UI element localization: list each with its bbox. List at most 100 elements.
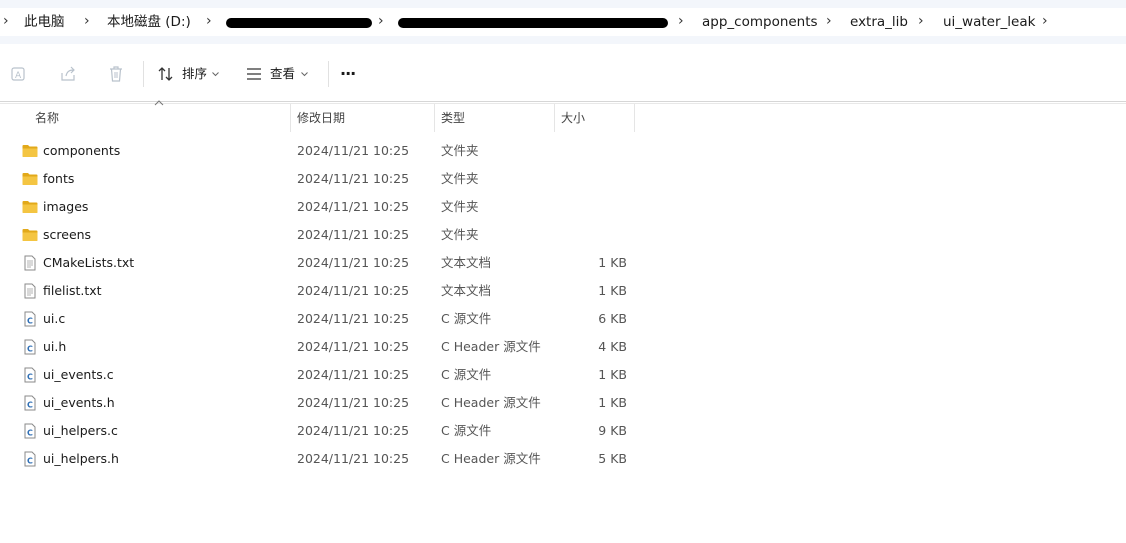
chevron-right-icon[interactable]: › bbox=[1042, 8, 1048, 36]
sort-label: 排序 bbox=[182, 66, 208, 81]
share-icon[interactable] bbox=[59, 65, 77, 83]
column-header-size[interactable]: 大小 bbox=[561, 104, 585, 132]
file-name: CMakeLists.txt bbox=[43, 255, 135, 270]
table-row[interactable]: Cui_helpers.c 2024/11/21 10:25 C 源文件 9 KB bbox=[0, 417, 640, 445]
column-header-name[interactable]: 名称 bbox=[35, 104, 59, 132]
file-type: C Header 源文件 bbox=[441, 395, 541, 410]
file-name: ui_events.h bbox=[43, 395, 115, 410]
column-divider[interactable] bbox=[290, 104, 291, 132]
table-row[interactable]: Cui_events.h 2024/11/21 10:25 C Header 源文件… bbox=[0, 389, 640, 417]
c-header-file-icon: C bbox=[22, 451, 38, 467]
file-name: fonts bbox=[43, 171, 75, 186]
file-type: 文本文档 bbox=[441, 283, 492, 298]
file-modified-date: 2024/11/21 10:25 bbox=[297, 367, 410, 382]
breadcrumb-item-extra-lib[interactable]: extra_lib bbox=[850, 8, 908, 36]
chevron-right-icon[interactable]: › bbox=[826, 8, 832, 36]
view-button[interactable]: 查看 bbox=[246, 62, 312, 86]
chevron-right-icon[interactable]: › bbox=[678, 8, 684, 36]
svg-text:C: C bbox=[27, 401, 33, 410]
command-bar: A 排序 查看 ··· bbox=[0, 44, 1126, 104]
chevron-down-icon bbox=[212, 72, 219, 77]
file-modified-date: 2024/11/21 10:25 bbox=[297, 171, 410, 186]
table-row[interactable]: CMakeLists.txt 2024/11/21 10:25 文本文档 1 KB bbox=[0, 249, 640, 277]
chevron-down-icon bbox=[301, 72, 308, 77]
folder-icon bbox=[22, 199, 38, 215]
svg-text:C: C bbox=[27, 345, 33, 354]
column-divider[interactable] bbox=[434, 104, 435, 132]
table-row[interactable]: images 2024/11/21 10:25 文件夹 bbox=[0, 193, 640, 221]
file-type: 文件夹 bbox=[441, 199, 479, 214]
table-row[interactable]: screens 2024/11/21 10:25 文件夹 bbox=[0, 221, 640, 249]
file-type: 文本文档 bbox=[441, 255, 492, 270]
file-modified-date: 2024/11/21 10:25 bbox=[297, 143, 410, 158]
file-type: C Header 源文件 bbox=[441, 339, 541, 354]
breadcrumb: › 此电脑 › 本地磁盘 (D:) › › › app_components ›… bbox=[0, 8, 1126, 36]
file-type: C 源文件 bbox=[441, 367, 492, 382]
column-divider[interactable] bbox=[634, 104, 635, 132]
chevron-right-icon[interactable]: › bbox=[206, 8, 212, 36]
redacted-folder-name[interactable] bbox=[398, 18, 668, 28]
c-source-file-icon: C bbox=[22, 367, 38, 383]
breadcrumb-item-ui-water-leak[interactable]: ui_water_leak bbox=[943, 8, 1035, 36]
c-source-file-icon: C bbox=[22, 311, 38, 327]
rename-icon[interactable]: A bbox=[10, 65, 28, 83]
file-size: 4 KB bbox=[598, 339, 627, 354]
table-row[interactable]: Cui_helpers.h 2024/11/21 10:25 C Header 源文… bbox=[0, 445, 640, 473]
breadcrumb-item-app-components[interactable]: app_components bbox=[702, 8, 818, 36]
file-size: 1 KB bbox=[598, 283, 627, 298]
chevron-right-icon[interactable]: › bbox=[918, 8, 924, 36]
chevron-right-icon[interactable]: › bbox=[84, 8, 90, 36]
c-header-file-icon: C bbox=[22, 395, 38, 411]
breadcrumb-item-this-pc[interactable]: 此电脑 bbox=[24, 8, 65, 36]
file-modified-date: 2024/11/21 10:25 bbox=[297, 311, 410, 326]
column-divider[interactable] bbox=[554, 104, 555, 132]
column-header-modified[interactable]: 修改日期 bbox=[297, 104, 345, 132]
file-size: 1 KB bbox=[598, 367, 627, 382]
sort-icon bbox=[158, 67, 173, 81]
file-size: 1 KB bbox=[598, 395, 627, 410]
address-bar[interactable]: › 此电脑 › 本地磁盘 (D:) › › › app_components ›… bbox=[0, 0, 1126, 45]
chevron-right-icon[interactable]: › bbox=[378, 8, 384, 36]
svg-text:A: A bbox=[15, 71, 22, 81]
breadcrumb-item-local-disk[interactable]: 本地磁盘 (D:) bbox=[107, 8, 191, 36]
file-modified-date: 2024/11/21 10:25 bbox=[297, 255, 410, 270]
redacted-folder-name[interactable] bbox=[226, 18, 372, 28]
file-name: components bbox=[43, 143, 121, 158]
delete-icon[interactable] bbox=[107, 65, 125, 83]
file-size: 9 KB bbox=[598, 423, 627, 438]
file-name: images bbox=[43, 199, 89, 214]
more-options-button[interactable]: ··· bbox=[340, 62, 356, 86]
table-row[interactable]: filelist.txt 2024/11/21 10:25 文本文档 1 KB bbox=[0, 277, 640, 305]
view-label: 查看 bbox=[270, 66, 296, 81]
file-size: 6 KB bbox=[598, 311, 627, 326]
folder-icon bbox=[22, 143, 38, 159]
table-row[interactable]: Cui.h 2024/11/21 10:25 C Header 源文件 4 KB bbox=[0, 333, 640, 361]
toolbar-divider bbox=[328, 61, 329, 87]
divider bbox=[0, 101, 1126, 102]
file-name: ui_events.c bbox=[43, 367, 114, 382]
table-row[interactable]: fonts 2024/11/21 10:25 文件夹 bbox=[0, 165, 640, 193]
column-header-type[interactable]: 类型 bbox=[441, 104, 465, 132]
chevron-right-icon[interactable]: › bbox=[3, 8, 9, 36]
file-modified-date: 2024/11/21 10:25 bbox=[297, 423, 410, 438]
file-name: ui_helpers.h bbox=[43, 451, 119, 466]
file-type: C 源文件 bbox=[441, 311, 492, 326]
file-name: ui.c bbox=[43, 311, 66, 326]
file-modified-date: 2024/11/21 10:25 bbox=[297, 227, 410, 242]
file-size: 5 KB bbox=[598, 451, 627, 466]
svg-text:C: C bbox=[27, 317, 33, 326]
toolbar-divider bbox=[143, 61, 144, 87]
sort-button[interactable]: 排序 bbox=[157, 62, 223, 86]
file-name: ui.h bbox=[43, 339, 67, 354]
file-modified-date: 2024/11/21 10:25 bbox=[297, 339, 410, 354]
text-file-icon bbox=[22, 283, 38, 299]
text-file-icon bbox=[22, 255, 38, 271]
table-row[interactable]: components 2024/11/21 10:25 文件夹 bbox=[0, 137, 640, 165]
file-type: C Header 源文件 bbox=[441, 451, 541, 466]
c-source-file-icon: C bbox=[22, 423, 38, 439]
table-row[interactable]: Cui_events.c 2024/11/21 10:25 C 源文件 1 KB bbox=[0, 361, 640, 389]
table-row[interactable]: Cui.c 2024/11/21 10:25 C 源文件 6 KB bbox=[0, 305, 640, 333]
file-modified-date: 2024/11/21 10:25 bbox=[297, 283, 410, 298]
c-header-file-icon: C bbox=[22, 339, 38, 355]
sort-ascending-icon bbox=[154, 100, 164, 106]
